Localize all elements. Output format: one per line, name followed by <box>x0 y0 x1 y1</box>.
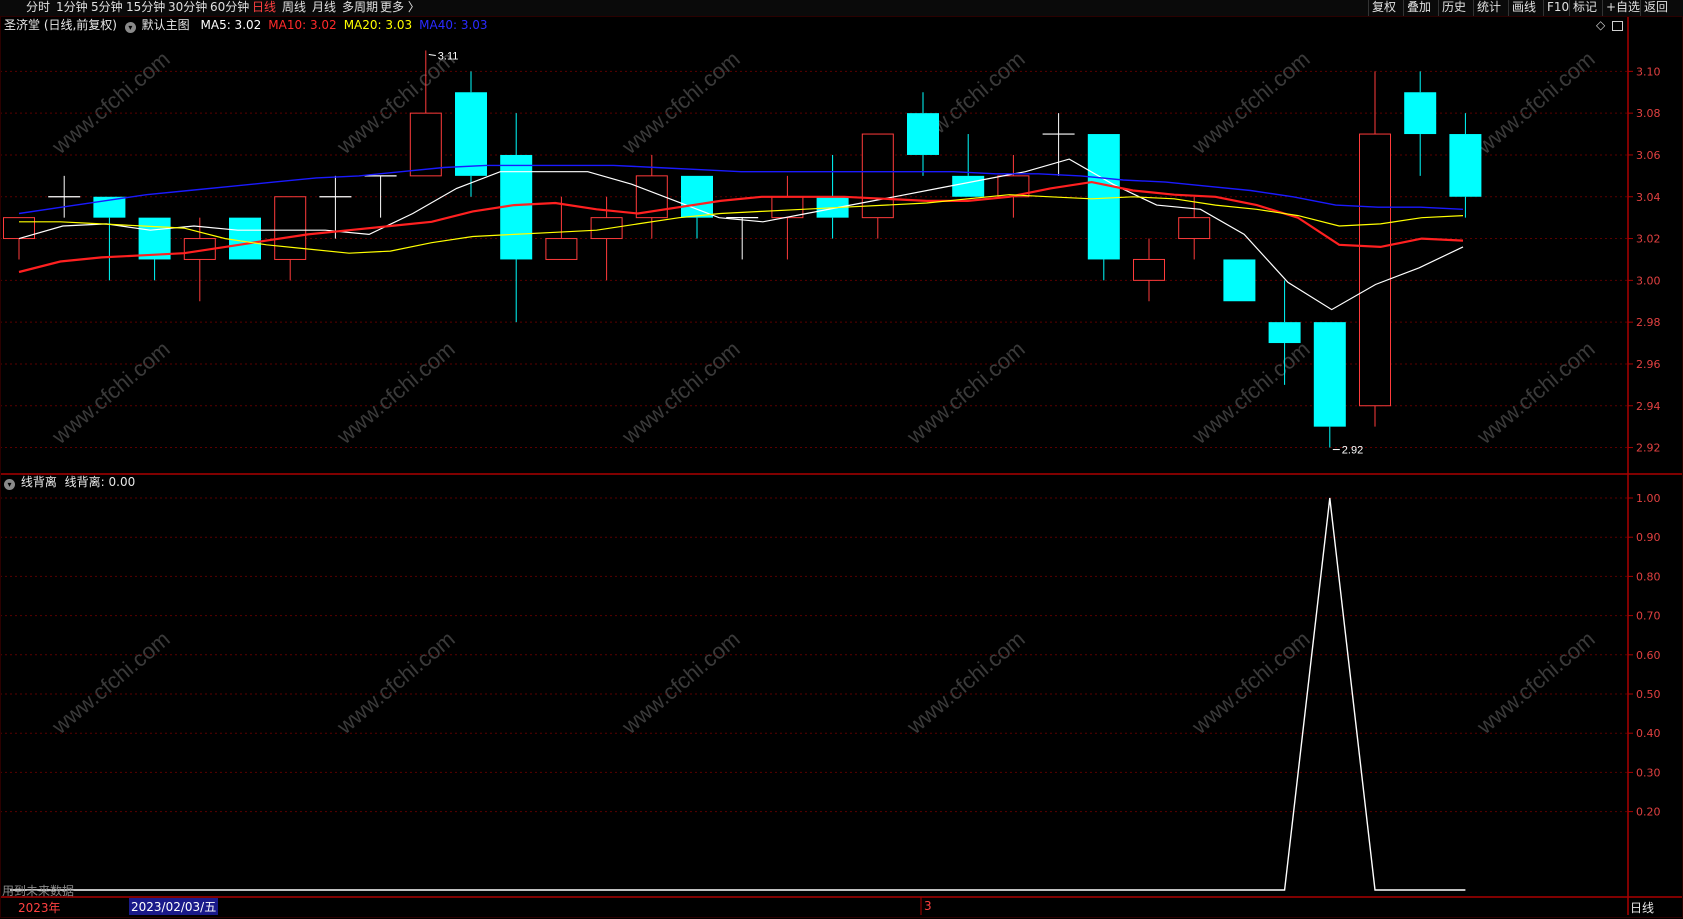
watermark-text: www.cfchi.com <box>616 336 744 449</box>
candle <box>229 217 261 260</box>
watermark-text: www.cfchi.com <box>46 626 174 739</box>
ma-line-ma40 <box>18 164 1464 215</box>
window-icon[interactable] <box>1612 21 1623 31</box>
candle <box>1449 113 1482 218</box>
candle <box>1042 113 1075 176</box>
watermark-text: www.cfchi.com <box>1471 336 1599 449</box>
month-label: 3 <box>924 899 932 913</box>
watermark-text: www.cfchi.com <box>331 626 459 739</box>
indicator-tick-label: 0.70 <box>1636 610 1661 623</box>
stock-title: 圣济堂 (日线,前复权) <box>4 18 117 32</box>
indicator-tick-label: 0.80 <box>1636 570 1661 583</box>
chevron-down-icon[interactable]: ▾ <box>4 479 15 490</box>
candle <box>861 133 894 239</box>
indicator-title[interactable]: 线背离 <box>21 475 57 489</box>
chevron-down-icon[interactable]: ▾ <box>124 22 136 33</box>
price-tick-label: 2.94 <box>1636 400 1661 413</box>
low-marker-label: 2.92 <box>1342 445 1363 457</box>
watermark-text: www.cfchi.com <box>1471 626 1599 739</box>
candle-body <box>1449 134 1482 197</box>
year-label: 2023年 <box>18 901 61 915</box>
ma-readouts: MA5: 3.02 MA10: 3.02 MA20: 3.03 MA40: 3.03 <box>194 18 488 32</box>
candle <box>1404 71 1437 176</box>
candle-body <box>1133 258 1165 281</box>
candle-body <box>1313 322 1346 427</box>
candle <box>500 113 533 323</box>
candle-body <box>907 113 939 155</box>
indicator-tick-label: 0.20 <box>1636 806 1661 819</box>
watermark-text: www.cfchi.com <box>1186 336 1314 449</box>
watermark-text: www.cfchi.com <box>616 46 744 159</box>
price-tick-label: 3.00 <box>1636 274 1661 287</box>
ma-readout-1: MA10: 3.02 <box>268 18 337 32</box>
candle <box>1313 322 1346 448</box>
candle-body <box>409 112 442 177</box>
indicator-value: 线背离: 0.00 <box>64 475 136 489</box>
price-tick-label: 3.10 <box>1636 65 1661 78</box>
candle-body <box>681 175 713 218</box>
candle <box>1223 259 1256 302</box>
ma-readout-3: MA40: 3.03 <box>419 18 488 32</box>
watermark-text: www.cfchi.com <box>1186 46 1314 159</box>
diamond-icon[interactable]: ◇ <box>1596 18 1605 32</box>
candle <box>997 154 1030 218</box>
candle <box>455 71 487 197</box>
candle-body <box>952 175 985 197</box>
candle-body <box>545 238 578 260</box>
indicator-tick-label: 0.50 <box>1636 688 1661 701</box>
indicator-panel-header: ▾ 线背离 线背离: 0.00 <box>4 475 135 490</box>
indicator-tick-label: 0.30 <box>1636 766 1661 779</box>
watermark-text: www.cfchi.com <box>901 336 1029 449</box>
indicator-tick-label: 0.60 <box>1636 649 1661 662</box>
main-panel-header: 圣济堂 (日线,前复权) ▾ 默认主图 MA5: 3.02 MA10: 3.02 M… <box>4 18 488 33</box>
indicator-tick-label: 0.40 <box>1636 727 1661 740</box>
indicator-tick-label: 1.00 <box>1636 492 1661 505</box>
candle <box>1178 196 1211 260</box>
cursor-date: 2023/02/03/五 <box>129 898 219 915</box>
candle <box>1359 71 1391 427</box>
outer-frame <box>0 16 1683 918</box>
ma-readout-0: MA5: 3.02 <box>200 18 262 32</box>
chart-frame <box>0 16 1683 918</box>
template-label[interactable]: 默认主图 <box>142 18 190 32</box>
price-tick-label: 2.98 <box>1636 316 1661 329</box>
price-axis: 3.10 3.08 3.06 3.04 3.02 3.00 2.98 2.96 2.94 2.92 <box>1628 65 1661 455</box>
candle <box>907 92 939 176</box>
price-tick-label: 3.02 <box>1636 233 1661 246</box>
candle <box>319 175 352 239</box>
ma-readout-2: MA20: 3.03 <box>343 18 413 32</box>
price-tick-label: 3.04 <box>1636 191 1661 204</box>
period-indicator[interactable]: 日线 <box>1630 899 1654 916</box>
candle-body <box>1087 134 1120 260</box>
watermark-text: www.cfchi.com <box>616 626 744 739</box>
stock-chart[interactable]: www.cfchi.com www.cfchi.com www.cfchi.com w… <box>0 0 1683 919</box>
candle-body <box>1359 133 1391 407</box>
watermark-text: www.cfchi.com <box>46 336 174 449</box>
watermark-text: www.cfchi.com <box>331 336 459 449</box>
candle-body <box>455 92 487 176</box>
candle-body <box>274 196 307 260</box>
watermark-text: www.cfchi.com <box>1186 626 1314 739</box>
watermark-text: www.cfchi.com <box>901 626 1029 739</box>
candle <box>48 175 81 218</box>
indicator-axis: 1.00 0.90 0.80 0.70 0.60 0.50 0.40 0.30 0.20 <box>1628 492 1661 819</box>
candle-body <box>1178 217 1211 240</box>
watermark-text: www.cfchi.com <box>46 46 174 159</box>
future-data-note: 用到未来数据 <box>2 884 75 898</box>
indicator-tick-label: 0.90 <box>1636 531 1661 544</box>
price-tick-label: 2.96 <box>1636 358 1661 371</box>
candle <box>183 217 216 302</box>
candle-body <box>229 217 261 260</box>
candle-body <box>1268 322 1301 344</box>
price-tick-label: 3.08 <box>1636 107 1661 120</box>
price-tick-label: 3.06 <box>1636 149 1661 162</box>
candle <box>1087 134 1120 281</box>
price-tick-label: 2.92 <box>1636 442 1661 455</box>
candle-body <box>1223 259 1256 302</box>
candle <box>952 134 985 197</box>
candle-body <box>1404 92 1437 135</box>
candle <box>1133 238 1165 302</box>
watermark-text: www.cfchi.com <box>1471 46 1599 159</box>
high-marker-label: 3.11 <box>438 50 459 62</box>
